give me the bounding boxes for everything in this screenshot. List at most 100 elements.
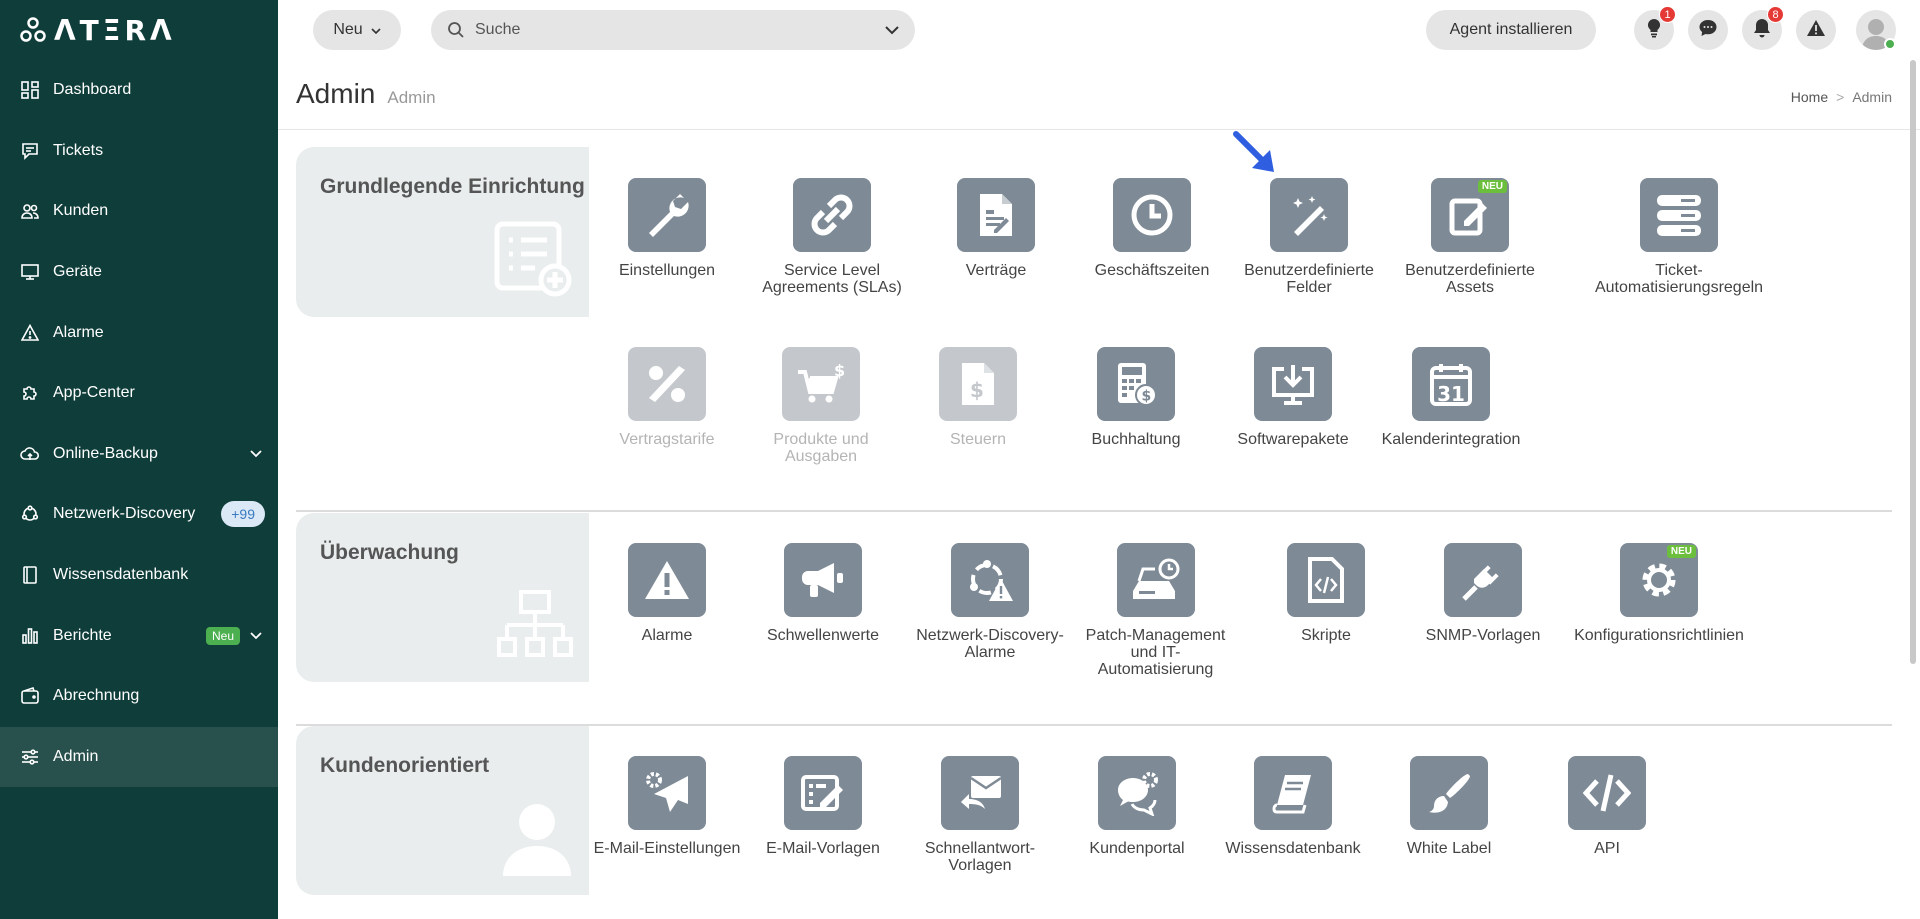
form-add-icon bbox=[493, 220, 573, 303]
tile-label: Netzwerk-Discovery-Alarme bbox=[916, 627, 1064, 661]
section-divider bbox=[296, 510, 1892, 512]
tile-label: Kalenderintegration bbox=[1381, 431, 1521, 448]
shopping-cart-icon: $ bbox=[782, 347, 860, 421]
sidebar-item-admin[interactable]: Admin bbox=[0, 726, 278, 788]
tile-api[interactable]: API bbox=[1527, 756, 1687, 857]
sidebar-item-kunden[interactable]: Kunden bbox=[0, 181, 278, 242]
sidebar-item-tickets[interactable]: Tickets bbox=[0, 121, 278, 182]
tile-label: Skripte bbox=[1301, 627, 1351, 644]
new-button[interactable]: Neu bbox=[313, 10, 401, 50]
notification-badge: 8 bbox=[1767, 6, 1784, 23]
chevron-down-icon[interactable] bbox=[250, 627, 262, 645]
tile-email-einstellungen[interactable]: E-Mail-Einstellungen bbox=[587, 756, 747, 857]
sidebar-item-app-center[interactable]: App-Center bbox=[0, 363, 278, 424]
tile-label: Benutzerdefinierte Assets bbox=[1405, 262, 1535, 296]
tile-white-label[interactable]: White Label bbox=[1369, 756, 1529, 857]
sidebar-item-online-backup[interactable]: Online-Backup bbox=[0, 424, 278, 485]
tile-label: Alarme bbox=[641, 627, 693, 644]
org-chart-icon bbox=[497, 589, 573, 668]
sidebar-item-netzwerk-discovery[interactable]: Netzwerk-Discovery +99 bbox=[0, 484, 278, 545]
tile-email-vorlagen[interactable]: E-Mail-Vorlagen bbox=[743, 756, 903, 857]
atera-logo[interactable]: ΛTΞRΛ bbox=[20, 14, 176, 47]
sidebar: ΛTΞRΛ Dashboard Tickets Kunden Geräte Al… bbox=[0, 0, 278, 919]
download-monitor-icon bbox=[1254, 347, 1332, 421]
section-title: Grundlegende Einrichtung bbox=[320, 175, 585, 198]
bar-chart-icon bbox=[20, 626, 40, 646]
tile-konfigurationsrichtlinien[interactable]: NEU Konfigurationsrichtlinien bbox=[1559, 543, 1759, 644]
svg-text:$: $ bbox=[970, 378, 984, 402]
chevron-down-icon[interactable] bbox=[885, 25, 899, 35]
tile-softwarepakete[interactable]: Softwarepakete bbox=[1213, 347, 1373, 448]
lightbulb-button[interactable]: 1 bbox=[1634, 6, 1676, 50]
tile-kundenportal[interactable]: Kundenportal bbox=[1057, 756, 1217, 857]
sidebar-item-geraete[interactable]: Geräte bbox=[0, 242, 278, 303]
tile-vertraege[interactable]: Verträge bbox=[916, 178, 1076, 279]
sidebar-item-berichte[interactable]: Berichte Neu bbox=[0, 605, 278, 666]
breadcrumb-home[interactable]: Home bbox=[1791, 89, 1828, 105]
chat-button[interactable] bbox=[1688, 10, 1728, 50]
sidebar-item-abrechnung[interactable]: Abrechnung bbox=[0, 666, 278, 727]
sidebar-nav: Dashboard Tickets Kunden Geräte Alarme A… bbox=[0, 60, 278, 788]
tile-kalenderintegration[interactable]: 31 Kalenderintegration bbox=[1371, 347, 1531, 448]
top-bar: Neu Suche Agent installieren 1 8 bbox=[278, 0, 1920, 60]
book-icon bbox=[1254, 756, 1332, 830]
monitor-icon bbox=[20, 262, 40, 282]
lightbulb-icon bbox=[1646, 18, 1662, 43]
tile-slas[interactable]: Service Level Agreements (SLAs) bbox=[752, 178, 912, 296]
tile-ticket-automatisierungsregeln[interactable]: Ticket-Automatisierungsregeln bbox=[1579, 178, 1779, 296]
tile-label: Steuern bbox=[949, 431, 1007, 448]
alerts-button[interactable] bbox=[1796, 10, 1836, 50]
tile-label: Schnellantwort-Vorlagen bbox=[924, 840, 1036, 874]
tile-label: Geschäftszeiten bbox=[1094, 262, 1210, 279]
scrollbar[interactable] bbox=[1910, 60, 1916, 664]
edit-form-icon: NEU bbox=[1431, 178, 1509, 252]
tile-label: Patch-Management und IT-Automatisierung bbox=[1085, 627, 1226, 678]
tile-wissensdatenbank[interactable]: Wissensdatenbank bbox=[1213, 756, 1373, 857]
tile-label: Einstellungen bbox=[618, 262, 716, 279]
sidebar-item-label: Netzwerk-Discovery bbox=[53, 505, 196, 523]
clock-icon bbox=[1113, 178, 1191, 252]
sidebar-item-label: Berichte bbox=[53, 626, 112, 644]
section-card: Kundenorientiert bbox=[296, 726, 589, 895]
tile-buchhaltung[interactable]: $ Buchhaltung bbox=[1056, 347, 1216, 448]
link-icon bbox=[793, 178, 871, 252]
tile-label: Softwarepakete bbox=[1237, 431, 1349, 448]
search-icon bbox=[447, 21, 465, 39]
sidebar-item-wissensdatenbank[interactable]: Wissensdatenbank bbox=[0, 545, 278, 606]
new-tag: NEU bbox=[1477, 180, 1507, 193]
sidebar-item-label: Dashboard bbox=[53, 81, 132, 99]
tile-benutzerdefinierte-felder[interactable]: Benutzerdefinierte Felder bbox=[1229, 178, 1389, 296]
section-title: Kundenorientiert bbox=[320, 754, 490, 777]
tile-label: Produkte und Ausgaben bbox=[773, 431, 869, 465]
sidebar-item-alarme[interactable]: Alarme bbox=[0, 302, 278, 363]
sidebar-item-dashboard[interactable]: Dashboard bbox=[0, 60, 278, 121]
tile-geschaeftszeiten[interactable]: Geschäftszeiten bbox=[1072, 178, 1232, 279]
tile-patch-management[interactable]: Patch-Management und IT-Automatisierung bbox=[1073, 543, 1238, 678]
warning-icon bbox=[1806, 19, 1826, 42]
tile-einstellungen[interactable]: Einstellungen bbox=[587, 178, 747, 279]
tile-benutzerdefinierte-assets[interactable]: NEU Benutzerdefinierte Assets bbox=[1390, 178, 1550, 296]
section-card: Grundlegende Einrichtung bbox=[296, 147, 589, 317]
tile-skripte[interactable]: Skripte bbox=[1246, 543, 1406, 644]
email-settings-icon bbox=[628, 756, 706, 830]
install-agent-button[interactable]: Agent installieren bbox=[1426, 10, 1596, 50]
notifications-button[interactable]: 8 bbox=[1742, 6, 1784, 50]
tile-snmp-vorlagen[interactable]: SNMP-Vorlagen bbox=[1403, 543, 1563, 644]
page-header: Admin Admin bbox=[296, 78, 436, 110]
tile-schnellantwort-vorlagen[interactable]: Schnellantwort-Vorlagen bbox=[900, 756, 1060, 874]
tile-label: Benutzerdefinierte Felder bbox=[1244, 262, 1374, 296]
tile-alarme[interactable]: Alarme bbox=[587, 543, 747, 644]
gear-icon: NEU bbox=[1620, 543, 1698, 617]
atera-logo-icon bbox=[20, 17, 46, 42]
tile-netzwerk-discovery-alarme[interactable]: Netzwerk-Discovery-Alarme bbox=[910, 543, 1070, 661]
chat-icon bbox=[1698, 18, 1718, 43]
tile-schwellenwerte[interactable]: Schwellenwerte bbox=[743, 543, 903, 644]
person-icon bbox=[501, 800, 573, 881]
bell-icon bbox=[1753, 18, 1771, 43]
search-input[interactable]: Suche bbox=[431, 10, 915, 50]
drive-clock-icon bbox=[1116, 543, 1195, 617]
hint-badge: 1 bbox=[1659, 6, 1676, 23]
dashboard-icon bbox=[20, 80, 40, 100]
chevron-down-icon[interactable] bbox=[250, 445, 262, 463]
svg-text:$: $ bbox=[834, 362, 845, 380]
